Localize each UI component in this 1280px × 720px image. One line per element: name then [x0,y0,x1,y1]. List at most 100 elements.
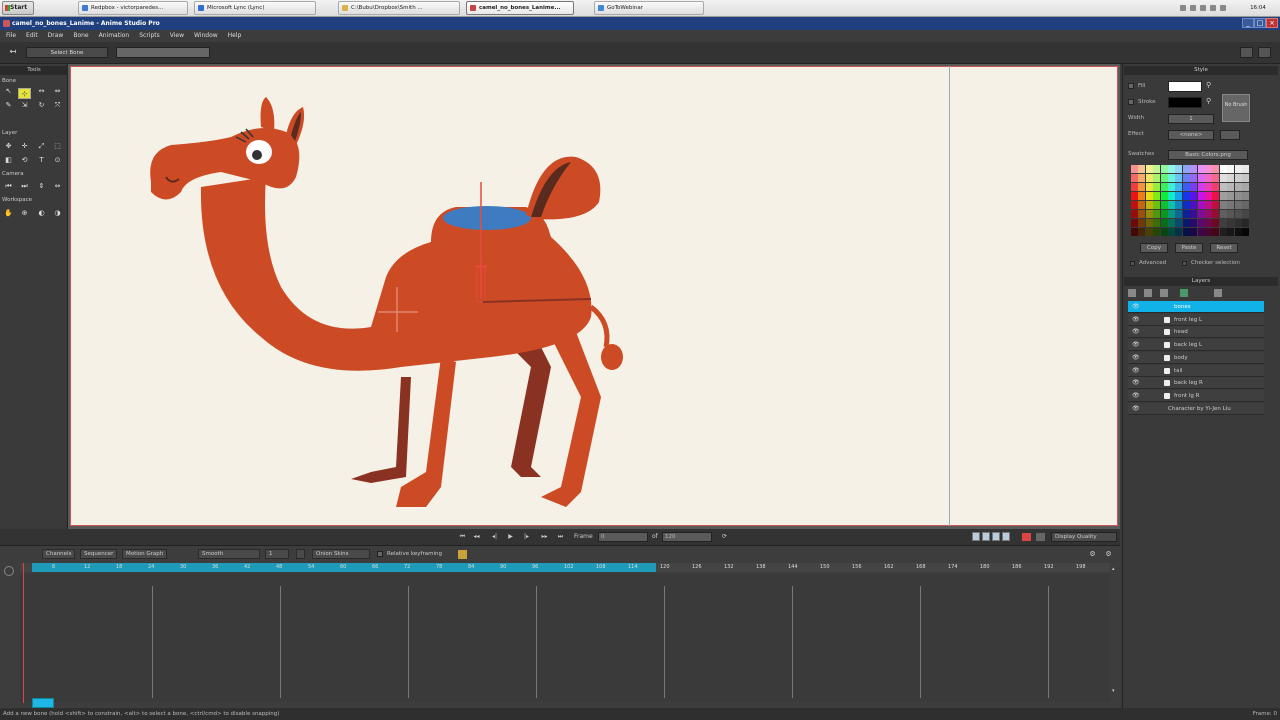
color-swatch[interactable] [1197,210,1205,218]
reparent-bone-tool-icon[interactable]: ⤧ [51,100,64,111]
rotate-layer-tool-icon[interactable]: ⬚ [51,141,64,152]
color-swatch[interactable] [1153,183,1161,191]
color-swatch[interactable] [1138,228,1146,236]
layer-check-icon[interactable] [1164,316,1170,323]
track-camera-tool-icon[interactable]: ⏮ [2,181,15,192]
display-quality-dropdown[interactable]: Display Quality [1051,532,1117,542]
color-swatch[interactable] [1190,183,1198,191]
tab-motion-graph[interactable]: Motion Graph [122,549,168,559]
record-icon[interactable] [1022,533,1031,541]
color-swatch[interactable] [1168,210,1175,218]
scroll-down-arrow[interactable]: ▾ [1112,688,1118,694]
color-swatch[interactable] [1138,174,1146,182]
tray-network-icon[interactable] [1180,5,1186,11]
color-swatch[interactable] [1227,165,1235,173]
select-bone-tool-icon[interactable]: ↖ [2,86,15,97]
manipulate-bones-tool-icon[interactable]: ✎ [2,100,15,111]
color-swatch[interactable] [1205,219,1212,227]
paste-style-button[interactable]: Paste [1175,243,1203,253]
color-swatch[interactable] [1212,210,1220,218]
color-swatch[interactable] [1234,228,1242,236]
color-swatch[interactable] [1160,183,1168,191]
total-frames-field[interactable]: 120 [662,532,712,542]
loop-button[interactable]: ⟳ [720,533,729,541]
taskbar-task-1[interactable]: Microsoft Lync (Lync) [194,1,316,15]
layer-row[interactable]: 👁 body [1128,351,1264,364]
menu-file[interactable]: File [6,30,16,42]
color-swatch[interactable] [1145,228,1153,236]
color-swatch[interactable] [1160,174,1168,182]
color-swatch[interactable] [1205,183,1212,191]
color-swatch[interactable] [1145,165,1153,173]
interpolation-dropdown[interactable]: Smooth [198,549,260,559]
color-swatch[interactable] [1182,228,1190,236]
next-keyframe-button[interactable]: |▸ [522,533,531,541]
color-swatch[interactable] [1153,219,1161,227]
duplicate-layer-icon[interactable] [1144,289,1152,297]
menu-animation[interactable]: Animation [99,30,130,42]
layer-row[interactable]: 👁 Character by Yi-Jen Liu [1128,402,1264,415]
color-swatch[interactable] [1197,192,1205,200]
color-swatch[interactable] [1219,228,1227,236]
color-swatch[interactable] [1190,219,1198,227]
color-swatch[interactable] [1145,183,1153,191]
step-back-button[interactable]: ◂◂ [472,533,481,541]
color-swatch[interactable] [1242,192,1249,200]
shear-layer-tool-icon[interactable]: ◧ [2,155,15,166]
color-swatch[interactable] [1160,219,1168,227]
color-swatch[interactable] [1234,219,1242,227]
add-bone-tool-icon[interactable]: ⊹ [18,88,31,99]
relative-keyframing-checkbox[interactable] [377,551,383,557]
checker-selection-checkbox[interactable] [1182,261,1187,266]
color-swatch[interactable] [1242,165,1249,173]
color-swatch[interactable] [1182,183,1190,191]
taskbar-task-0[interactable]: Redpbox - victorparedes... [78,1,188,15]
color-swatch[interactable] [1234,210,1242,218]
eye-icon[interactable]: 👁 [1132,367,1140,374]
color-swatch[interactable] [1227,219,1235,227]
menu-window[interactable]: Window [194,30,218,42]
step-forward-button[interactable]: ▸▸ [540,533,549,541]
hand-tool-icon[interactable]: ✋ [2,208,15,219]
stroke-eyedropper-icon[interactable]: ⚲ [1206,97,1215,106]
fill-color-swatch[interactable] [1168,81,1202,92]
color-swatch[interactable] [1145,174,1153,182]
color-swatch[interactable] [1190,165,1198,173]
color-swatch[interactable] [1160,201,1168,209]
minimize-button[interactable]: _ [1242,18,1254,28]
stroke-color-swatch[interactable] [1168,97,1202,108]
menu-draw[interactable]: Draw [48,30,64,42]
eye-icon[interactable]: 👁 [1132,329,1140,335]
stroke-checkbox[interactable] [1128,99,1134,105]
menu-view[interactable]: View [170,30,184,42]
color-swatch[interactable] [1175,228,1183,236]
color-swatch[interactable] [1182,219,1190,227]
close-button[interactable]: × [1266,18,1278,28]
color-swatch[interactable] [1190,228,1198,236]
color-swatch[interactable] [1153,228,1161,236]
pan-tilt-camera-tool-icon[interactable]: ⇔ [51,181,64,192]
color-swatch[interactable] [1145,192,1153,200]
color-swatch[interactable] [1190,201,1198,209]
color-swatch[interactable] [1160,192,1168,200]
color-swatch[interactable] [1160,228,1168,236]
color-swatch[interactable] [1182,192,1190,200]
text-tool-icon[interactable]: T [35,155,48,166]
color-swatch[interactable] [1168,192,1175,200]
eye-icon[interactable]: 👁 [1132,405,1140,412]
eye-icon[interactable]: 👁 [1132,380,1140,386]
color-swatch[interactable] [1153,165,1161,173]
color-swatch[interactable] [1197,219,1205,227]
color-swatch[interactable] [1175,165,1183,173]
timeline-playhead[interactable] [23,563,24,703]
scroll-up-arrow[interactable]: ▴ [1112,566,1118,572]
color-swatch[interactable] [1197,201,1205,209]
color-swatch[interactable] [1182,201,1190,209]
advanced-checkbox[interactable] [1130,261,1135,266]
flip-layer-tool-icon[interactable]: ⟲ [18,155,31,166]
color-swatch[interactable] [1131,183,1138,191]
color-swatch[interactable] [1219,210,1227,218]
scale-layer-tool-icon[interactable]: ⤢ [35,141,48,152]
color-swatch[interactable] [1227,183,1235,191]
color-swatch[interactable] [1227,201,1235,209]
